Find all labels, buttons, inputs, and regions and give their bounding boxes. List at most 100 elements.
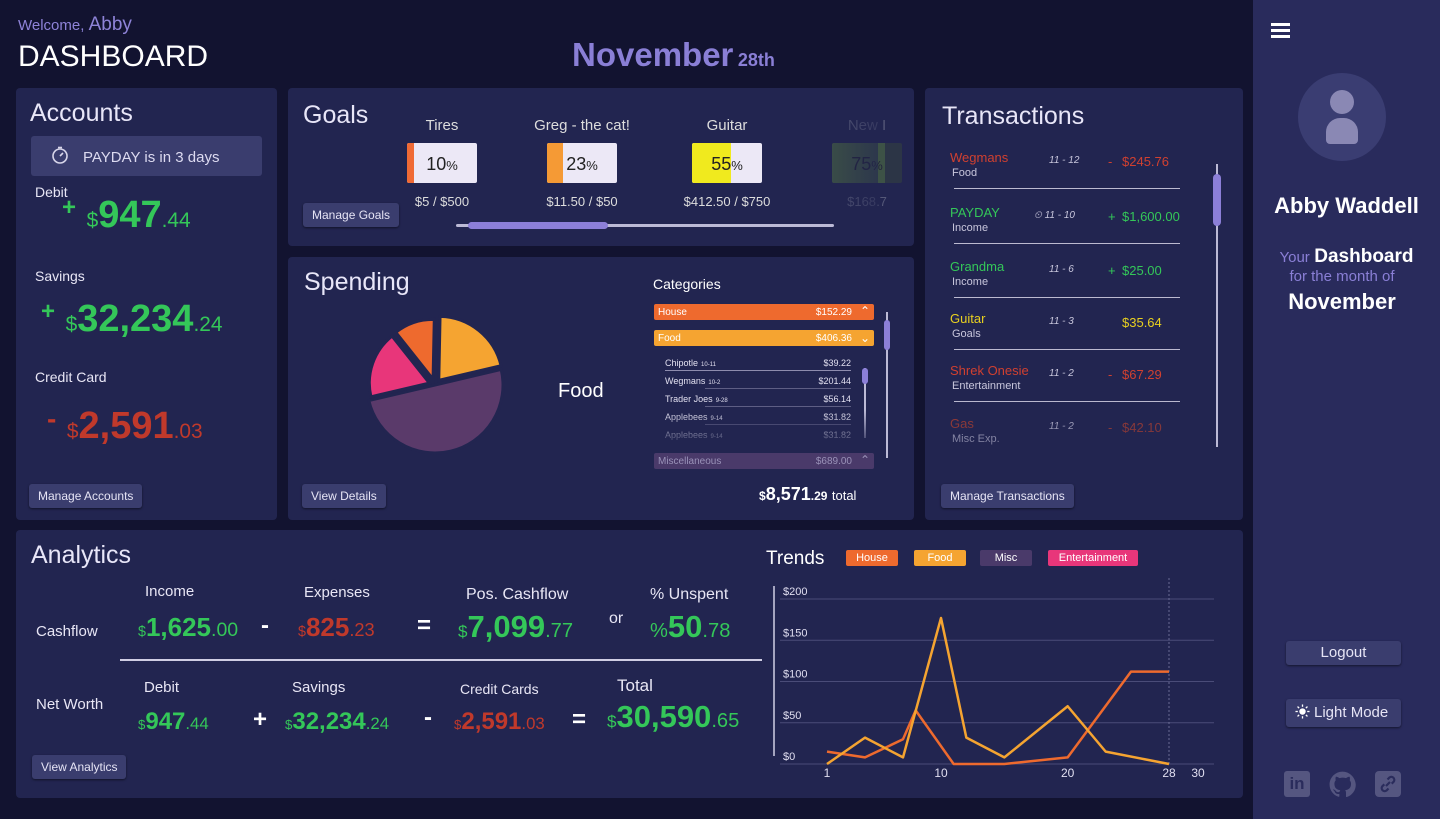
transaction-date-value: 11 - 10	[1044, 210, 1075, 221]
credit-amount: - $2,591.03	[47, 403, 203, 448]
transaction-amount-value: $67.29	[1122, 367, 1162, 382]
goal-progress-bar[interactable]: 55%	[692, 143, 762, 183]
food-item[interactable]: Wegmans 10-2 $201.44	[665, 376, 851, 389]
transaction-amount: $35.64	[1108, 315, 1162, 330]
food-item-amount: $39.22	[823, 358, 851, 368]
trends-chart[interactable]: $0 $50 $100 $150 $200 1 10 20 28 30	[760, 578, 1230, 784]
manage-transactions-button[interactable]: Manage Transactions	[941, 484, 1074, 508]
food-item[interactable]: Trader Joes 9-28 $56.14	[665, 394, 851, 407]
transaction-type: Food	[952, 167, 978, 179]
chevron-up-icon[interactable]: ⌃	[860, 304, 870, 318]
goal-name: Tires	[425, 117, 459, 134]
category-house[interactable]: House $152.29 ⌃	[654, 304, 874, 320]
plus-operator: +	[253, 706, 268, 733]
transaction-row[interactable]: Grandma Income 11 - 6 + $25.00	[950, 259, 1180, 309]
category-house-amount: $152.29	[815, 307, 852, 318]
light-mode-button[interactable]: Light Mode	[1286, 699, 1401, 727]
avatar[interactable]	[1298, 73, 1386, 161]
sidebar-user-name: Abby Waddell	[1274, 193, 1419, 218]
total-value-cents: .65	[711, 710, 740, 732]
transaction-amount-value: $25.00	[1122, 263, 1162, 278]
legend-misc[interactable]: Misc	[980, 550, 1032, 566]
payday-bold: PAYDAY	[83, 149, 141, 166]
goal-progress-bar[interactable]: 10%	[407, 143, 477, 183]
linkedin-icon[interactable]: in	[1284, 771, 1310, 797]
transaction-row[interactable]: Guitar Goals 11 - 3 $35.64	[950, 311, 1180, 361]
y-tick-label: $200	[783, 586, 807, 598]
cashflow-label: Cashflow	[36, 623, 98, 640]
view-analytics-button[interactable]: View Analytics	[32, 755, 127, 779]
goal-progress-bar[interactable]: 23%	[547, 143, 617, 183]
transactions-fade	[940, 400, 1190, 450]
chevron-up-icon[interactable]: ⌃	[860, 453, 870, 467]
spending-title: Spending	[304, 268, 410, 296]
legend-house[interactable]: House	[846, 550, 898, 566]
nw-debit-value: $947.44	[138, 708, 209, 736]
category-misc[interactable]: Miscellaneous $689.00 ⌃	[654, 453, 874, 469]
food-scroll-thumb[interactable]	[862, 368, 868, 384]
light-mode-label: Light Mode	[1314, 704, 1389, 721]
food-item[interactable]: Chipotle 10-11 $39.22	[665, 358, 851, 371]
goal-percent-value: 23	[566, 154, 587, 174]
spending-total: $8,571.29 total	[759, 484, 856, 505]
transaction-divider	[954, 243, 1180, 244]
transaction-amount: - $67.29	[1108, 367, 1162, 382]
goal-name: Guitar	[706, 117, 748, 134]
month: November	[572, 36, 734, 73]
categories-scroll-thumb[interactable]	[884, 320, 890, 350]
goals-scroll-thumb[interactable]	[468, 222, 608, 229]
transaction-divider	[954, 349, 1180, 350]
menu-icon[interactable]	[1271, 23, 1290, 39]
transaction-row[interactable]: Wegmans Food 11 - 12 - $245.76	[950, 150, 1180, 200]
sidebar-your-dashboard: Your Dashboard	[1253, 246, 1440, 268]
transaction-date-value: 11 - 2	[1049, 368, 1074, 379]
manage-accounts-button[interactable]: Manage Accounts	[29, 484, 143, 508]
page-title: DASHBOARD	[18, 40, 209, 73]
transactions-scrollbar[interactable]	[1213, 164, 1221, 447]
day: 28th	[737, 50, 775, 70]
category-food[interactable]: Food $406.36 ⌄	[654, 330, 874, 346]
transaction-date: 11 - 6	[1049, 264, 1074, 275]
github-icon[interactable]	[1329, 771, 1356, 803]
category-food-amount: $406.36	[815, 333, 852, 344]
transaction-divider	[954, 297, 1180, 298]
transaction-row[interactable]: PAYDAY Income ⏲ 11 - 10 + $1,600.00	[950, 205, 1180, 255]
chevron-down-icon[interactable]: ⌄	[860, 331, 870, 345]
legend-food[interactable]: Food	[914, 550, 966, 566]
category-house-label: House	[658, 307, 687, 318]
transaction-name: Grandma	[950, 259, 1005, 274]
debit-sign: +	[62, 194, 77, 221]
manage-goals-button[interactable]: Manage Goals	[303, 203, 400, 227]
view-details-button[interactable]: View Details	[302, 484, 386, 508]
expenses-label: Expenses	[304, 584, 370, 601]
income-currency: $	[138, 624, 146, 640]
goals-scrollbar[interactable]	[456, 222, 834, 229]
spending-center-label: Food	[558, 380, 604, 402]
series-line-house	[826, 670, 1169, 766]
sun-icon	[1295, 704, 1310, 722]
transaction-date: 11 - 2	[1049, 368, 1074, 379]
trends-title: Trends	[766, 548, 825, 569]
debit-whole: 947	[98, 194, 162, 236]
food-item-date: 9-28	[715, 398, 728, 404]
transaction-sign: +	[1108, 263, 1116, 278]
transaction-amount-value: $1,600.00	[1122, 209, 1180, 224]
transaction-amount: - $245.76	[1108, 154, 1169, 169]
transactions-scroll-thumb[interactable]	[1213, 174, 1221, 226]
transaction-name: Shrek Onesie	[950, 363, 1029, 378]
pos-cashflow-label: Pos. Cashflow	[466, 586, 569, 603]
credit-cents: .03	[173, 420, 203, 443]
food-item-date: 10-11	[701, 362, 716, 368]
transaction-amount-value: $245.76	[1122, 154, 1169, 169]
legend-entertainment[interactable]: Entertainment	[1048, 550, 1138, 566]
logout-button[interactable]: Logout	[1286, 641, 1401, 665]
x-tick-label: 20	[1061, 766, 1075, 780]
spending-pie-chart[interactable]	[350, 300, 520, 470]
link-icon[interactable]	[1375, 771, 1401, 797]
expenses-whole: 825	[305, 612, 350, 642]
recurring-icon: ⏲	[1034, 210, 1045, 221]
transaction-type: Entertainment	[952, 380, 1021, 392]
transaction-name: PAYDAY	[950, 205, 1000, 220]
categories-scrollbar[interactable]	[884, 312, 890, 458]
income-whole: 1,625	[145, 612, 212, 642]
